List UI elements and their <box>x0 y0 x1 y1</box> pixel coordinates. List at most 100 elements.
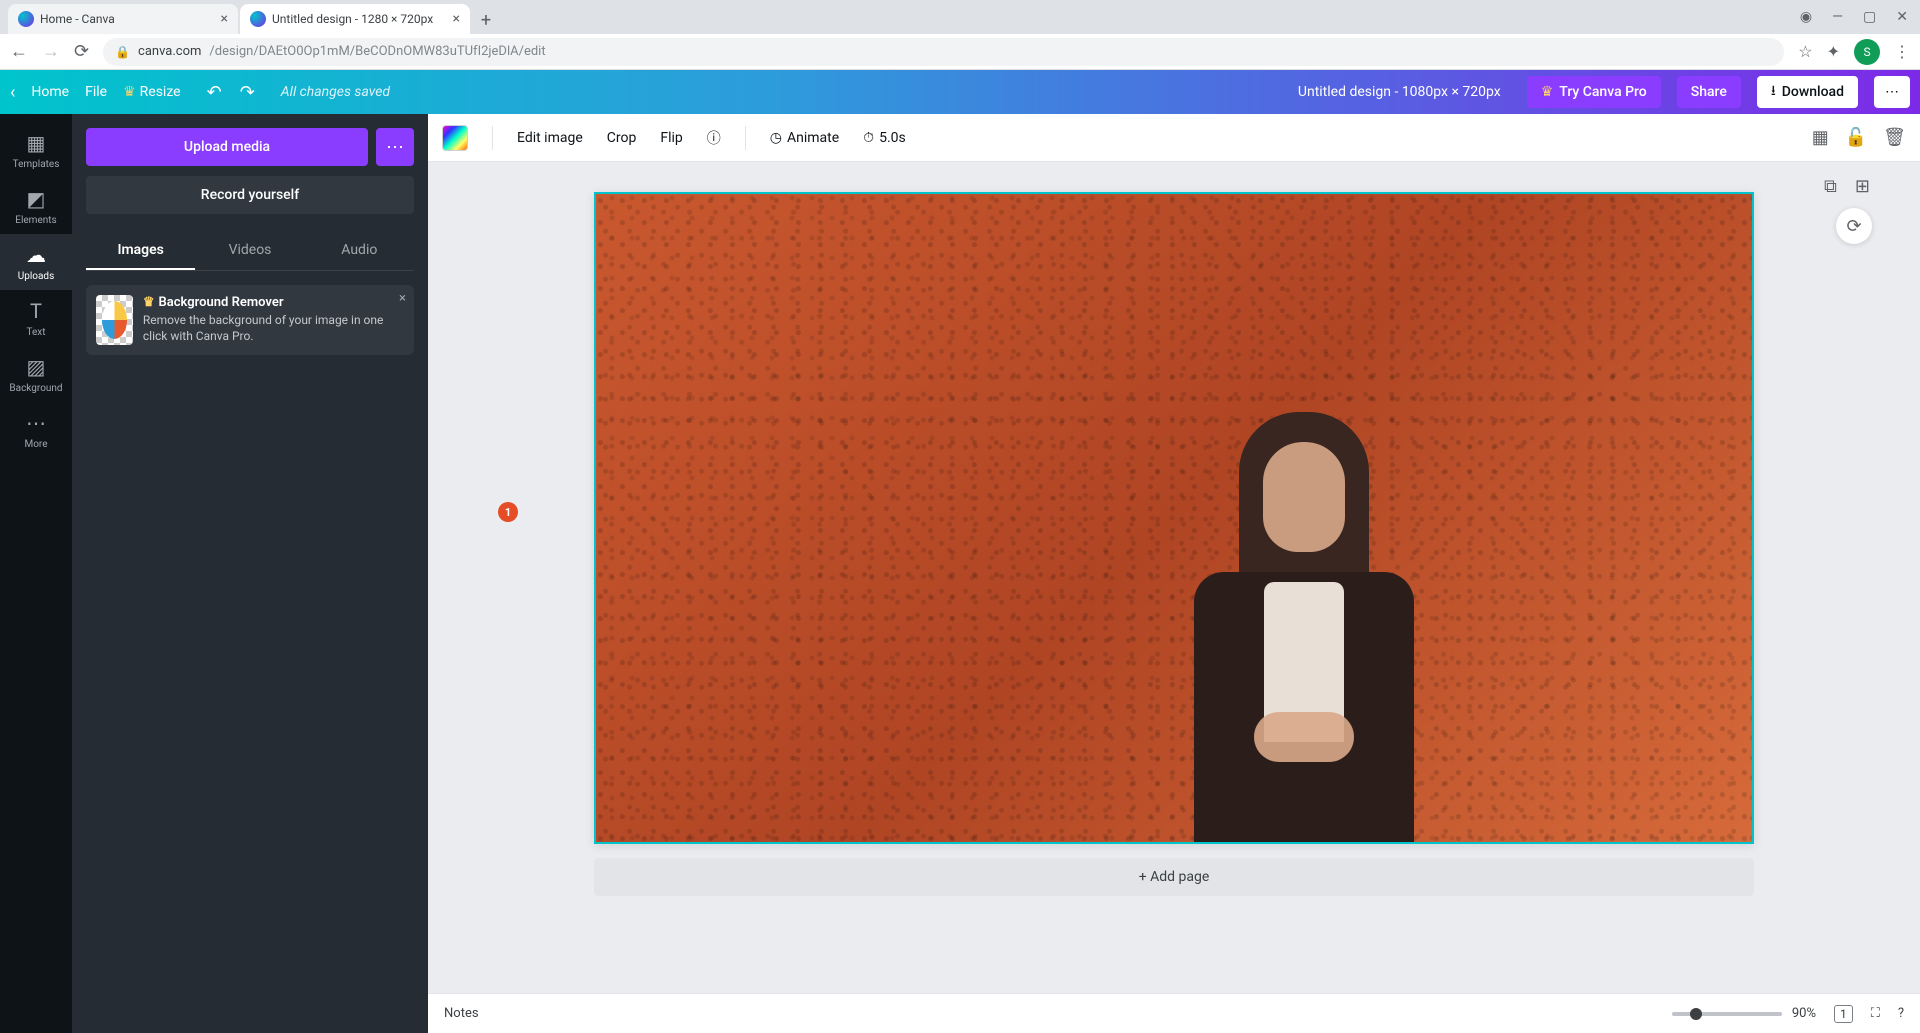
url-path: /design/DAEtO0Op1mM/BeCODnOMW83uTUfI2jeD… <box>209 44 545 59</box>
undo-icon[interactable]: ↶ <box>207 82 222 103</box>
document-title[interactable]: Untitled design - 1080px × 720px <box>1298 84 1501 100</box>
add-page-icon[interactable]: ⊞ <box>1855 176 1870 197</box>
edit-image-button[interactable]: Edit image <box>517 130 583 146</box>
close-icon[interactable]: × <box>221 11 228 27</box>
zoom-slider[interactable] <box>1672 1012 1782 1016</box>
redo-icon[interactable]: ↷ <box>240 82 255 103</box>
favicon-icon <box>250 11 266 27</box>
chrome-menu-icon[interactable]: ⋮ <box>1894 42 1910 61</box>
info-icon[interactable]: ⓘ <box>707 128 721 148</box>
background-icon: ▨ <box>27 355 46 379</box>
profile-avatar[interactable]: S <box>1854 39 1880 65</box>
home-link[interactable]: Home <box>31 84 69 100</box>
promo-title: Background Remover <box>159 295 284 310</box>
trash-icon[interactable]: 🗑 <box>1883 127 1906 148</box>
rail-uploads[interactable]: ☁Uploads <box>0 234 72 290</box>
rail-templates[interactable]: ▦Templates <box>0 122 72 178</box>
favicon-icon <box>18 11 34 27</box>
tab-audio[interactable]: Audio <box>305 232 414 270</box>
back-icon[interactable]: ← <box>10 41 28 62</box>
promo-desc: Remove the background of your image in o… <box>143 313 404 344</box>
add-page-button[interactable]: + Add page <box>594 858 1754 896</box>
tab-title: Home - Canva <box>40 12 115 26</box>
more-icon: ⋯ <box>26 411 46 435</box>
timing-button[interactable]: ⏱5.0s <box>863 130 906 146</box>
browser-tab-strip: Home - Canva × Untitled design - 1280 × … <box>0 0 1920 34</box>
crown-icon: ♛ <box>123 84 136 100</box>
tab-videos[interactable]: Videos <box>195 232 304 270</box>
color-swatch[interactable] <box>442 125 468 151</box>
bottom-bar: Notes 90% 1 ⛶ ? <box>428 993 1920 1033</box>
context-toolbar: Edit image Crop Flip ⓘ ◷Animate ⏱5.0s ▦ … <box>428 114 1920 162</box>
canvas-area: Edit image Crop Flip ⓘ ◷Animate ⏱5.0s ▦ … <box>428 114 1920 1033</box>
tab-images[interactable]: Images <box>86 232 195 270</box>
crown-icon: ♛ <box>1541 84 1554 100</box>
text-icon: T <box>30 299 42 323</box>
uploads-icon: ☁ <box>26 243 46 267</box>
try-pro-button[interactable]: ♛Try Canva Pro <box>1527 76 1661 108</box>
templates-icon: ▦ <box>27 131 46 155</box>
canvas-scroll[interactable]: ⧉ ⊞ ⟳ + Add page <box>428 162 1920 993</box>
record-yourself-button[interactable]: Record yourself <box>86 176 414 214</box>
uploads-panel: Upload media ⋯ Record yourself Images Vi… <box>72 114 428 1033</box>
window-controls: ◉ — ▢ ✕ <box>1800 0 1920 34</box>
duplicate-page-icon[interactable]: ⧉ <box>1824 176 1837 197</box>
crop-button[interactable]: Crop <box>607 130 637 146</box>
lock-icon[interactable]: 🔓 <box>1845 127 1867 148</box>
upload-media-button[interactable]: Upload media <box>86 128 368 166</box>
annotation-badge: 1 <box>498 502 518 522</box>
animate-icon: ◷ <box>770 130 782 146</box>
extensions-icon[interactable]: ✦ <box>1827 42 1840 61</box>
rail-elements[interactable]: ◩Elements <box>0 178 72 234</box>
maximize-icon[interactable]: ▢ <box>1863 9 1876 25</box>
flip-button[interactable]: Flip <box>660 130 682 146</box>
lock-icon: 🔒 <box>115 45 130 59</box>
upload-more-button[interactable]: ⋯ <box>376 128 414 166</box>
browser-tab[interactable]: Home - Canva × <box>8 4 238 34</box>
animate-button[interactable]: ◷Animate <box>770 130 839 146</box>
forward-icon[interactable]: → <box>42 41 60 62</box>
url-host: canva.com <box>138 44 201 59</box>
panel-tabs: Images Videos Audio <box>86 232 414 271</box>
transparency-icon[interactable]: ▦ <box>1812 127 1829 148</box>
crown-icon: ♛ <box>143 295 155 310</box>
rail-more[interactable]: ⋯More <box>0 402 72 458</box>
minimize-icon[interactable]: — <box>1832 9 1843 25</box>
help-icon[interactable]: ? <box>1898 1006 1904 1021</box>
zoom-value[interactable]: 90% <box>1792 1006 1816 1021</box>
more-button[interactable]: ⋯ <box>1874 76 1910 108</box>
star-icon[interactable]: ☆ <box>1798 42 1812 61</box>
incognito-icon: ◉ <box>1800 9 1812 25</box>
clock-icon: ⏱ <box>863 130 874 146</box>
download-icon: ⭳ <box>1771 80 1776 104</box>
tab-title: Untitled design - 1280 × 720px <box>272 12 433 26</box>
left-rail: ▦Templates ◩Elements ☁Uploads TText ▨Bac… <box>0 114 72 1033</box>
bg-remover-promo[interactable]: ♛ Background Remover Remove the backgroun… <box>86 285 414 355</box>
rail-background[interactable]: ▨Background <box>0 346 72 402</box>
promo-thumb-icon <box>96 295 133 345</box>
download-button[interactable]: ⭳Download <box>1757 76 1858 108</box>
back-chevron-icon[interactable]: ‹ <box>10 82 15 103</box>
new-tab-button[interactable]: + <box>472 6 500 34</box>
app-top-bar: ‹ Home File ♛Resize ↶ ↷ All changes save… <box>0 70 1920 114</box>
artboard[interactable] <box>594 192 1754 844</box>
person-image[interactable] <box>1174 402 1434 842</box>
close-window-icon[interactable]: ✕ <box>1896 9 1908 25</box>
rail-text[interactable]: TText <box>0 290 72 346</box>
file-menu[interactable]: File <box>85 84 107 100</box>
resize-button[interactable]: ♛Resize <box>123 84 181 100</box>
elements-icon: ◩ <box>27 187 46 211</box>
url-field[interactable]: 🔒 canva.com/design/DAEtO0Op1mM/BeCODnOMW… <box>103 38 1784 66</box>
browser-tab-active[interactable]: Untitled design - 1280 × 720px × <box>240 4 470 34</box>
fullscreen-icon[interactable]: ⛶ <box>1871 1006 1880 1021</box>
close-icon[interactable]: × <box>453 11 460 27</box>
share-button[interactable]: Share <box>1677 76 1741 108</box>
address-bar: ← → ⟳ 🔒 canva.com/design/DAEtO0Op1mM/BeC… <box>0 34 1920 70</box>
reload-icon[interactable]: ⟳ <box>74 41 89 62</box>
notes-button[interactable]: Notes <box>444 1006 479 1021</box>
save-status: All changes saved <box>281 84 390 100</box>
reset-icon[interactable]: ⟳ <box>1836 208 1872 244</box>
page-tools: ⧉ ⊞ <box>1824 176 1870 197</box>
page-indicator[interactable]: 1 <box>1834 1005 1853 1023</box>
promo-close-icon[interactable]: × <box>399 291 406 306</box>
